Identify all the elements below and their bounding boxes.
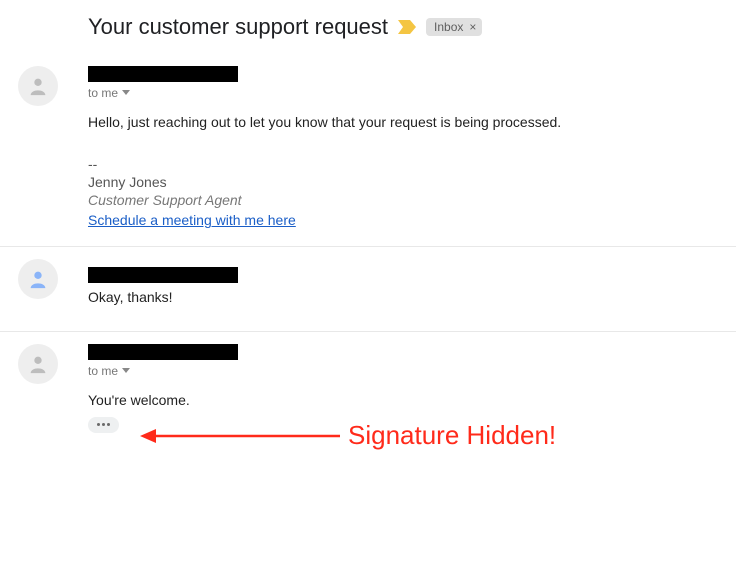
sender-bar [88,66,720,82]
message-body: You're welcome. [88,390,720,410]
label-chevron-icon [398,20,416,34]
ellipsis-icon [97,423,110,426]
avatar[interactable] [18,344,58,384]
show-trimmed-content-button[interactable] [88,417,119,433]
sender-name-redacted [88,344,238,360]
subject-row: Your customer support request Inbox × [0,0,736,54]
annotation-text: Signature Hidden! [348,420,556,451]
arrow-left-icon [140,425,340,447]
inbox-label-text: Inbox [434,19,463,35]
signature-name: Jenny Jones [88,174,720,190]
person-icon [27,353,49,375]
sender-name-redacted [88,267,238,283]
signature-link: Schedule a meeting with me here [88,212,720,228]
message-snippet: Okay, thanks! [88,289,720,305]
recipient-dropdown[interactable]: to me [88,86,130,100]
recipient-text: to me [88,364,118,378]
signature-divider: -- [88,156,720,172]
email-thread-container: Your customer support request Inbox × to… [0,0,736,451]
annotation: Signature Hidden! [140,420,556,451]
chevron-down-icon [122,368,130,374]
avatar[interactable] [18,66,58,106]
message-2-collapsed[interactable]: Okay, thanks! [0,246,736,331]
message-body: Hello, just reaching out to let you know… [88,112,720,132]
recipient-dropdown[interactable]: to me [88,364,130,378]
person-icon [27,268,49,290]
inbox-label-remove-icon[interactable]: × [467,19,478,35]
message-3: to me You're welcome. Signature Hidden! [0,331,736,450]
person-icon [27,75,49,97]
avatar[interactable] [18,259,58,299]
schedule-meeting-link[interactable]: Schedule a meeting with me here [88,212,296,228]
sender-name-redacted [88,66,238,82]
signature-title: Customer Support Agent [88,192,720,208]
chevron-down-icon [122,90,130,96]
inbox-label-badge[interactable]: Inbox × [426,18,482,36]
subject-text: Your customer support request [88,14,388,40]
recipient-text: to me [88,86,118,100]
message-1: to me Hello, just reaching out to let yo… [0,54,736,246]
sender-bar [88,344,720,360]
